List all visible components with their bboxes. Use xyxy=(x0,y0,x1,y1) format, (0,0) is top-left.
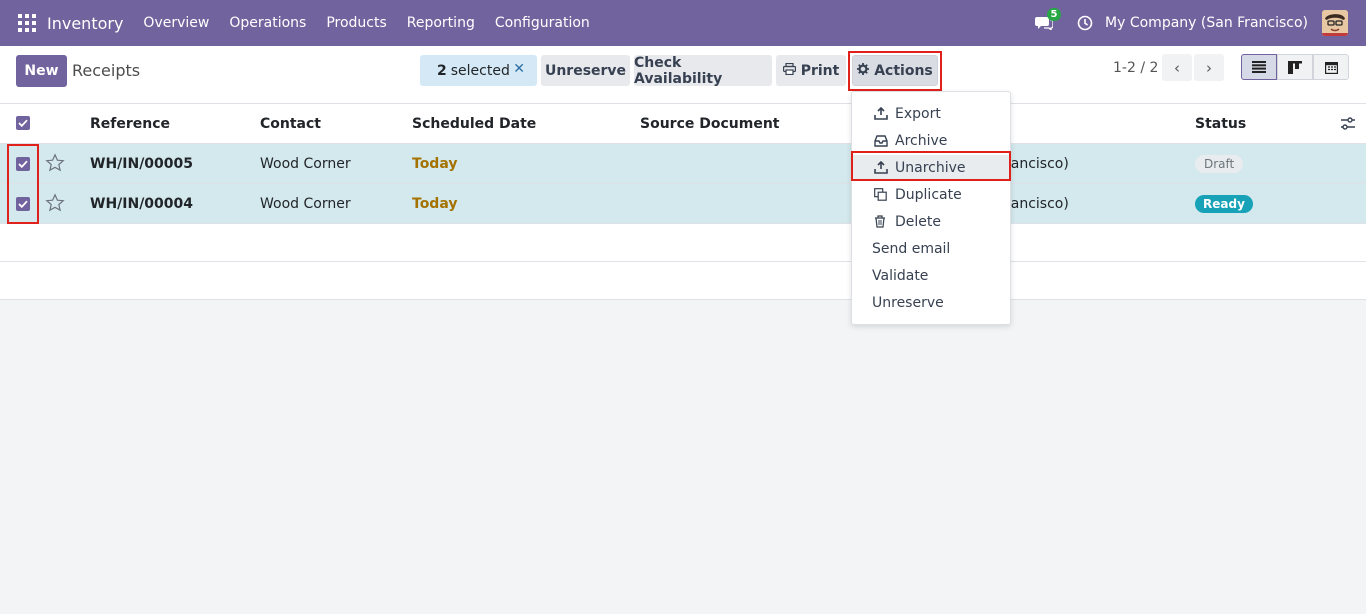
apps-grid-icon[interactable] xyxy=(18,14,36,32)
top-navbar: Inventory Overview Operations Products R… xyxy=(0,0,1366,46)
column-header-source-document[interactable]: Source Document xyxy=(640,104,780,144)
star-icon[interactable] xyxy=(45,193,65,213)
column-header-reference[interactable]: Reference xyxy=(90,104,170,144)
scheduled-date-cell: Today xyxy=(412,196,458,212)
status-badge: Draft xyxy=(1195,155,1244,173)
menu-products[interactable]: Products xyxy=(326,15,386,31)
trash-icon xyxy=(874,215,889,228)
action-delete[interactable]: Delete xyxy=(852,209,1010,234)
action-export-label: Export xyxy=(895,105,941,122)
table-row[interactable]: WH/IN/00004 Wood Corner Today rancisco) … xyxy=(0,184,1366,224)
control-panel: New Receipts 2 selected ✕ Unreserve Chec… xyxy=(0,46,1366,104)
chevron-left-icon[interactable]: ‹ xyxy=(1162,54,1192,81)
avatar[interactable] xyxy=(1322,10,1348,36)
status-badge: Ready xyxy=(1195,195,1253,213)
status-cell: Ready xyxy=(1195,184,1253,224)
inbox-icon xyxy=(874,134,889,147)
print-button[interactable]: Print xyxy=(776,55,846,86)
column-header-status[interactable]: Status xyxy=(1195,104,1246,144)
action-duplicate-label: Duplicate xyxy=(895,186,962,203)
company-switcher[interactable]: My Company (San Francisco) xyxy=(1105,15,1308,31)
contact-cell: Wood Corner xyxy=(260,156,351,172)
highlight-unarchive-box xyxy=(851,151,1011,181)
action-export[interactable]: Export xyxy=(852,101,1010,126)
new-button[interactable]: New xyxy=(16,55,67,87)
empty-row xyxy=(0,224,1366,262)
clock-icon[interactable] xyxy=(1077,15,1093,31)
settings-sliders-icon[interactable] xyxy=(1340,116,1356,132)
upload-icon xyxy=(874,107,889,120)
action-duplicate[interactable]: Duplicate xyxy=(852,182,1010,207)
highlight-checkboxes-box xyxy=(7,144,39,224)
clear-selection-icon[interactable]: ✕ xyxy=(513,61,525,77)
reference-cell: WH/IN/00004 xyxy=(90,196,194,212)
calendar-view-icon[interactable] xyxy=(1313,54,1349,80)
chat-count-badge: 5 xyxy=(1047,8,1062,21)
list-view-icon[interactable] xyxy=(1241,54,1277,80)
action-send-email[interactable]: Send email xyxy=(852,236,1010,261)
copy-icon xyxy=(874,188,889,201)
action-unreserve[interactable]: Unreserve xyxy=(852,290,1010,315)
action-validate[interactable]: Validate xyxy=(852,263,1010,288)
selected-label: selected xyxy=(450,62,510,79)
menu-configuration[interactable]: Configuration xyxy=(495,15,590,31)
table-header: Reference Contact Scheduled Date Source … xyxy=(0,104,1366,144)
app-name[interactable]: Inventory xyxy=(47,14,123,33)
main-menu: Overview Operations Products Reporting C… xyxy=(143,15,609,31)
actions-dropdown: Export Archive Unarchive Duplicate Delet… xyxy=(851,91,1011,325)
action-archive-label: Archive xyxy=(895,132,948,149)
contact-cell: Wood Corner xyxy=(260,196,351,212)
chat-icon[interactable]: 5 xyxy=(1035,8,1062,30)
unreserve-button[interactable]: Unreserve xyxy=(541,55,630,86)
column-header-scheduled-date[interactable]: Scheduled Date xyxy=(412,104,536,144)
company-cell: rancisco) xyxy=(1005,196,1069,212)
action-archive[interactable]: Archive xyxy=(852,128,1010,153)
print-icon xyxy=(782,62,796,79)
receipts-list: Reference Contact Scheduled Date Source … xyxy=(0,104,1366,300)
company-cell: rancisco) xyxy=(1005,156,1069,172)
check-availability-button[interactable]: Check Availability xyxy=(634,55,772,87)
menu-reporting[interactable]: Reporting xyxy=(407,15,475,31)
column-header-contact[interactable]: Contact xyxy=(260,104,321,144)
selected-count: 2 xyxy=(437,62,447,79)
reference-cell: WH/IN/00005 xyxy=(90,156,194,172)
pager-value[interactable]: 1-2 / 2 xyxy=(1113,60,1158,76)
select-all-checkbox[interactable] xyxy=(16,116,30,130)
print-label: Print xyxy=(800,62,840,79)
scheduled-date-cell: Today xyxy=(412,156,458,172)
kanban-view-icon[interactable] xyxy=(1277,54,1313,80)
navbar-right: 5 My Company (San Francisco) xyxy=(1035,0,1366,46)
highlight-actions-box xyxy=(848,51,942,91)
status-cell: Draft xyxy=(1195,144,1244,184)
selection-indicator: 2 selected ✕ xyxy=(420,55,537,86)
chevron-right-icon[interactable]: › xyxy=(1194,54,1224,81)
star-icon[interactable] xyxy=(45,153,65,173)
menu-overview[interactable]: Overview xyxy=(143,15,209,31)
action-delete-label: Delete xyxy=(895,213,941,230)
menu-operations[interactable]: Operations xyxy=(229,15,306,31)
table-row[interactable]: WH/IN/00005 Wood Corner Today rancisco) … xyxy=(0,144,1366,184)
empty-row xyxy=(0,262,1366,300)
page-title: Receipts xyxy=(72,61,141,80)
